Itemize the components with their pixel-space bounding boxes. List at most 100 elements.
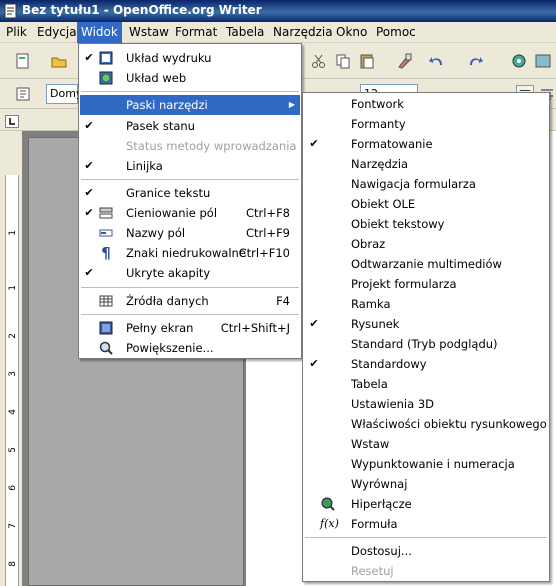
- title-bar: Bez tytułu1 - OpenOffice.org Writer: [0, 0, 556, 22]
- menu-item-nawigacja-formularza[interactable]: Nawigacja formularza: [304, 174, 548, 194]
- hyperlink-icon: [321, 497, 335, 511]
- menu-item-nazwy-pol[interactable]: Nazwy pól Ctrl+F9: [80, 223, 300, 243]
- paragraph-style-combo[interactable]: Domy: [46, 84, 82, 104]
- vertical-ruler: 1 1 2 3 4 5 6 7 8 9: [0, 131, 22, 586]
- menu-item-dostosuj[interactable]: Dostosuj...: [304, 541, 548, 561]
- undo-icon[interactable]: [428, 52, 446, 70]
- menu-item-obraz[interactable]: Obraz: [304, 234, 548, 254]
- check-icon: ✔: [309, 137, 319, 150]
- menu-separator: [81, 287, 299, 288]
- formula-icon: f(x): [320, 517, 339, 530]
- menu-wstaw[interactable]: Wstaw: [125, 22, 173, 43]
- menu-item-ramka[interactable]: Ramka: [304, 294, 548, 314]
- menu-item-znaki-niedrukowalne[interactable]: ¶ Znaki niedrukowalne Ctrl+F10: [80, 243, 300, 263]
- tab-left-icon: [9, 118, 15, 125]
- menu-item-ustawienia-3d[interactable]: Ustawienia 3D: [304, 394, 548, 414]
- menu-item-standard-tryb-podgladu[interactable]: Standard (Tryb podglądu): [304, 334, 548, 354]
- field-names-icon: [99, 229, 113, 237]
- check-icon: ✔: [84, 119, 94, 132]
- check-icon: ✔: [309, 357, 319, 370]
- copy-icon[interactable]: [334, 52, 352, 70]
- menu-item-uklad-wydruku[interactable]: ✔ Układ wydruku: [80, 48, 300, 68]
- menu-item-tabela[interactable]: Tabela: [304, 374, 548, 394]
- window-title: Bez tytułu1 - OpenOffice.org Writer: [22, 3, 262, 17]
- check-icon: ✔: [84, 266, 94, 279]
- menu-item-wlasciwosci-obiektu[interactable]: Właściwości obiektu rysunkowego: [304, 414, 548, 434]
- menu-item-odtwarzanie-multimediow[interactable]: Odtwarzanie multimediów: [304, 254, 548, 274]
- menu-item-powiekszenie[interactable]: Powiększenie...: [80, 338, 300, 358]
- menu-separator: [81, 179, 299, 180]
- cut-icon[interactable]: [310, 52, 328, 70]
- menu-item-hiperlacze[interactable]: Hiperłącze: [304, 494, 548, 514]
- menu-item-rysunek[interactable]: ✔ Rysunek: [304, 314, 548, 334]
- check-icon: ✔: [84, 159, 94, 172]
- menu-edycja[interactable]: Edycja: [33, 22, 81, 43]
- ruler-number: 7: [8, 523, 18, 529]
- menu-plik[interactable]: Plik: [2, 22, 31, 43]
- gallery-icon[interactable]: [534, 52, 552, 70]
- data-sources-icon: [99, 295, 113, 307]
- menu-okno[interactable]: Okno: [332, 22, 371, 43]
- menu-item-zrodla-danych[interactable]: Źródła danych F4: [80, 291, 300, 311]
- menu-separator: [81, 91, 299, 92]
- menu-item-status-metody: Status metody wprowadzania: [126, 139, 297, 153]
- print-layout-icon: [99, 51, 113, 65]
- menu-item-obiekt-ole[interactable]: Obiekt OLE: [304, 194, 548, 214]
- open-folder-icon[interactable]: [50, 52, 68, 70]
- redo-icon[interactable]: [466, 52, 484, 70]
- menu-separator: [305, 537, 547, 538]
- ruler-number: 3: [8, 371, 18, 377]
- menu-item-wstaw[interactable]: Wstaw: [304, 434, 548, 454]
- new-document-icon[interactable]: [14, 52, 32, 70]
- menu-item-uklad-web[interactable]: Układ web: [80, 68, 300, 88]
- navigator-icon[interactable]: [510, 52, 528, 70]
- menu-item-cieniowanie-pol[interactable]: ✔ Cieniowanie pól Ctrl+F8: [80, 203, 300, 223]
- menu-bar: Plik Edycja Widok Wstaw Format Tabela Na…: [0, 22, 556, 43]
- menu-tabela[interactable]: Tabela: [222, 22, 268, 43]
- menu-item-linijka[interactable]: ✔ Linijka: [80, 156, 300, 176]
- submenu-arrow-icon: ▶: [288, 100, 295, 109]
- menu-item-projekt-formularza[interactable]: Projekt formularza: [304, 274, 548, 294]
- check-icon: ✔: [84, 186, 94, 199]
- vertical-ruler-scale: 1 1 2 3 4 5 6 7 8 9: [5, 175, 19, 586]
- web-layout-icon: [99, 71, 113, 85]
- menu-item-narzedzia[interactable]: Narzędzia: [304, 154, 548, 174]
- menu-item-granice-tekstu[interactable]: ✔ Granice tekstu: [80, 183, 300, 203]
- menu-item-pasek-stanu[interactable]: ✔ Pasek stanu: [80, 116, 300, 136]
- menu-item-obiekt-tekstowy[interactable]: Obiekt tekstowy: [304, 214, 548, 234]
- full-screen-icon: [99, 321, 113, 335]
- format-paintbrush-icon[interactable]: [396, 52, 414, 70]
- menu-item-formanty[interactable]: Formanty: [304, 114, 548, 134]
- paski-narzedzi-submenu: Fontwork Formanty ✔ Formatowanie Narzędzi…: [302, 92, 550, 582]
- menu-item-formatowanie[interactable]: ✔ Formatowanie: [304, 134, 548, 154]
- menu-item-standardowy[interactable]: ✔ Standardowy: [304, 354, 548, 374]
- menu-item-formula[interactable]: f(x) Formuła: [304, 514, 548, 534]
- zoom-icon: [99, 341, 113, 355]
- menu-item-paski-narzedzi[interactable]: Paski narzędzi ▶: [80, 95, 300, 115]
- widok-menu: ✔ Układ wydruku Układ web Paski narzędzi…: [78, 43, 302, 359]
- menu-narzedzia[interactable]: Narzędzia: [269, 22, 337, 43]
- menu-pomoc[interactable]: Pomoc: [372, 22, 420, 43]
- pilcrow-icon: ¶: [101, 244, 111, 262]
- menu-widok[interactable]: Widok: [77, 22, 122, 43]
- menu-item-wypunktowanie[interactable]: Wypunktowanie i numeracja: [304, 454, 548, 474]
- check-icon: ✔: [309, 317, 319, 330]
- check-icon: ✔: [84, 51, 94, 64]
- ruler-number: 8: [8, 561, 18, 567]
- tab-stop-selector[interactable]: [5, 115, 19, 128]
- ruler-number: 1: [8, 230, 18, 236]
- menu-item-wyrownaj[interactable]: Wyrównaj: [304, 474, 548, 494]
- menu-item-ukryte-akapity[interactable]: ✔ Ukryte akapity: [80, 263, 300, 283]
- styles-icon[interactable]: [14, 85, 32, 103]
- menu-item-resetuj: Resetuj: [351, 564, 394, 578]
- menu-item-pelny-ekran[interactable]: Pełny ekran Ctrl+Shift+J: [80, 318, 300, 338]
- menu-separator: [81, 314, 299, 315]
- ruler-number: 4: [8, 409, 18, 415]
- ruler-number: 5: [8, 447, 18, 453]
- ruler-number: 1: [8, 285, 18, 291]
- menu-item-fontwork[interactable]: Fontwork: [304, 94, 548, 114]
- field-shading-icon: [99, 207, 113, 219]
- writer-app-icon: [4, 3, 17, 19]
- menu-format[interactable]: Format: [171, 22, 221, 43]
- paste-icon[interactable]: [358, 52, 376, 70]
